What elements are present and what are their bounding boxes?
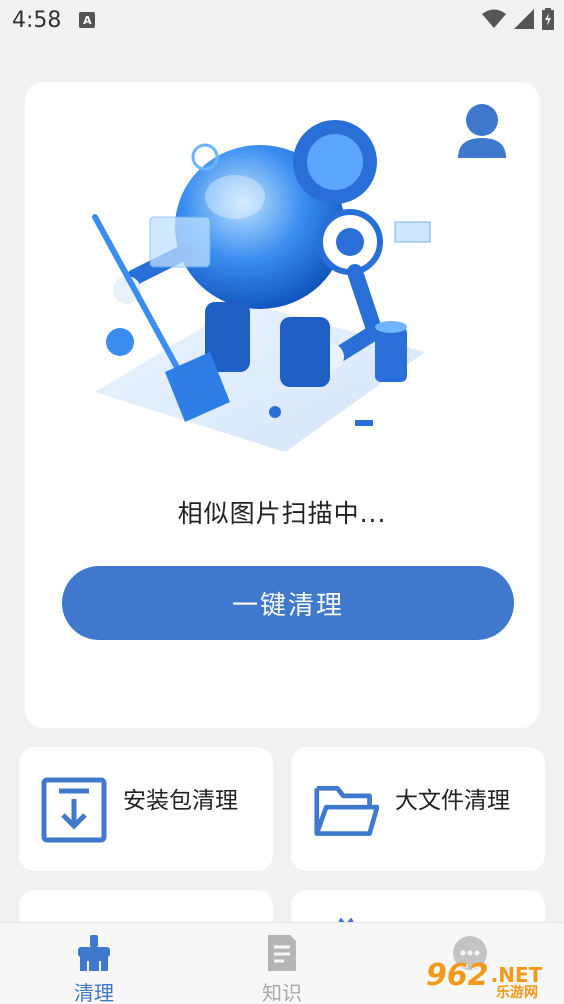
watermark-sub: 乐游网 bbox=[496, 985, 538, 1001]
user-avatar-icon[interactable] bbox=[457, 102, 507, 158]
status-bar: 4:58 A bbox=[0, 0, 564, 40]
status-icons bbox=[482, 8, 554, 30]
folder-icon bbox=[314, 785, 379, 836]
big-file-clean-card[interactable]: 大文件清理 bbox=[291, 747, 545, 871]
wifi-icon bbox=[482, 9, 506, 28]
nav-label-knowledge: 知识 bbox=[262, 981, 302, 1004]
robot-cleaner-illustration bbox=[92, 120, 431, 452]
apk-clean-card[interactable]: 安装包清理 bbox=[19, 747, 273, 871]
apk-clean-label: 安装包清理 bbox=[123, 788, 238, 814]
status-time: 4:58 bbox=[12, 7, 62, 33]
document-icon bbox=[268, 935, 296, 971]
watermark-number: 962 bbox=[426, 957, 489, 993]
broom-icon bbox=[78, 935, 110, 971]
download-box-icon bbox=[41, 777, 107, 843]
site-watermark: 962 .NET 乐游网 bbox=[426, 950, 558, 1002]
one-click-clean-button[interactable]: 一键清理 bbox=[62, 566, 514, 640]
notification-icon: A bbox=[79, 12, 96, 28]
nav-item-clean[interactable]: 清理 bbox=[44, 933, 144, 1004]
scan-status-text: 相似图片扫描中... bbox=[177, 499, 387, 528]
signal-icon bbox=[514, 9, 534, 29]
battery-icon bbox=[542, 8, 554, 30]
nav-item-knowledge[interactable]: 知识 bbox=[232, 933, 332, 1004]
nav-label-clean: 清理 bbox=[74, 981, 114, 1004]
big-file-clean-label: 大文件清理 bbox=[395, 788, 510, 814]
main-card: 相似图片扫描中... 一键清理 bbox=[25, 82, 539, 728]
